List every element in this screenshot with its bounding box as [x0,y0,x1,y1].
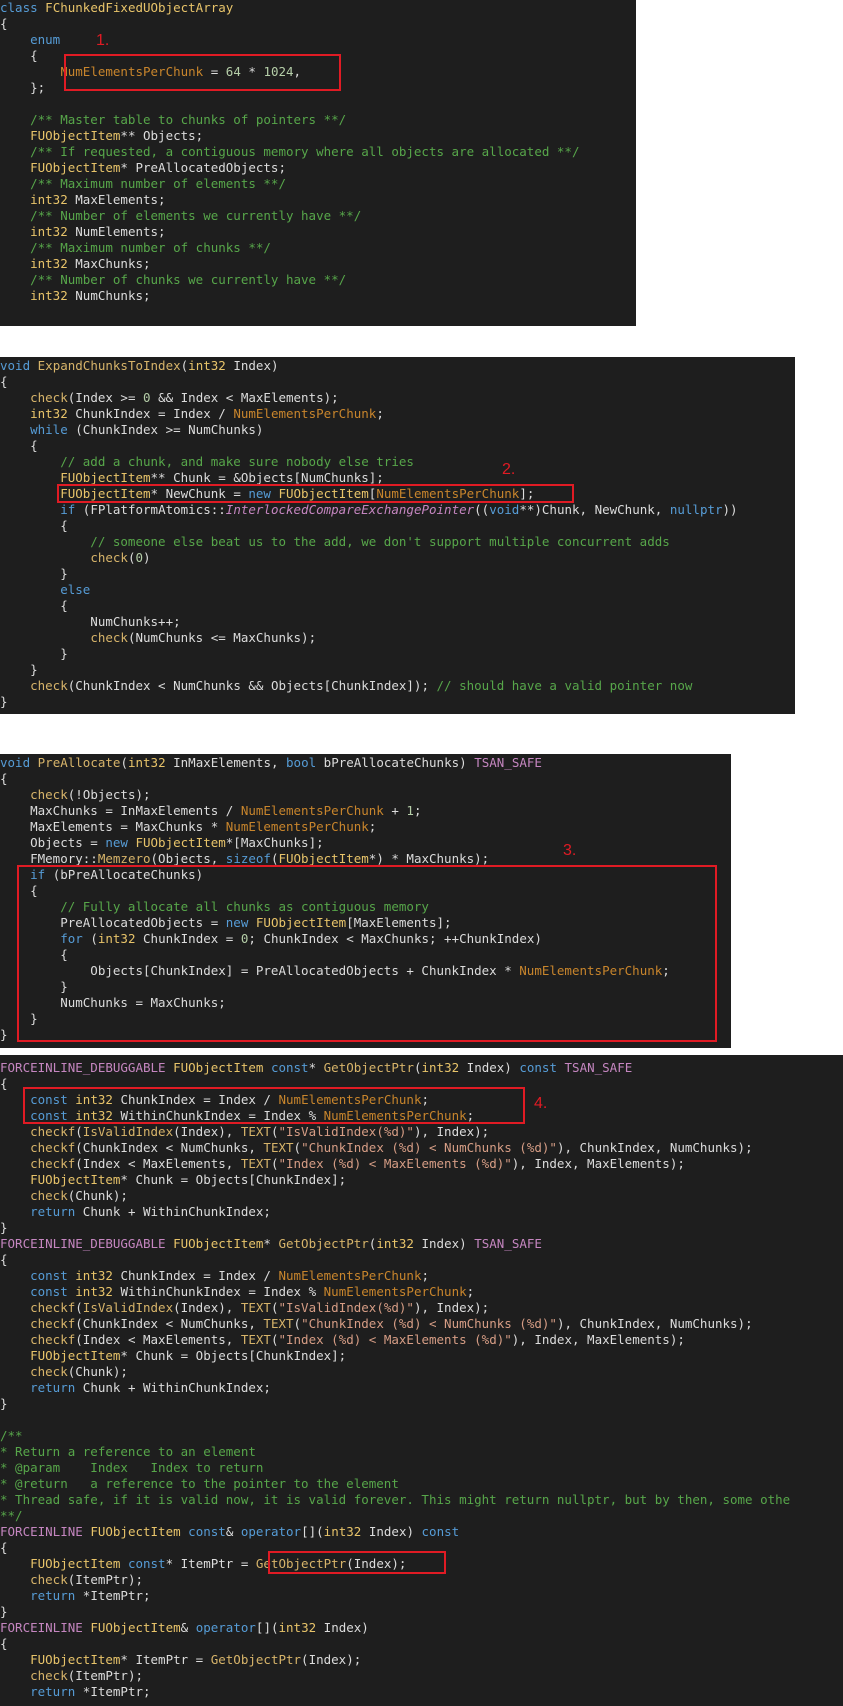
code-line: int32 MaxChunks; [30,256,151,271]
code-panel-expand-chunks: void ExpandChunksToIndex(int32 Index){ c… [0,357,795,714]
code-line: { [0,598,68,613]
code-line: while (ChunkIndex >= NumChunks) [30,422,264,437]
code-line: check(ItemPtr); [30,1572,144,1587]
code-line: check(ItemPtr); [30,1668,144,1683]
code-line: /** [0,1428,23,1443]
code-line: void ExpandChunksToIndex(int32 Index) [0,358,279,373]
code-line: /** Maximum number of chunks **/ [0,240,271,255]
code-line: } [0,1604,8,1619]
code-line: { [0,771,8,786]
code-line: check(NumChunks <= MaxChunks); [90,630,317,645]
code-line: } [0,646,68,661]
code-line: { [0,518,68,533]
annotation-3: 3. [563,842,577,859]
code-line: checkf(ChunkIndex < NumChunks, TEXT("Chu… [30,1316,753,1331]
code-line: class FChunkedFixedUObjectArray [0,0,234,15]
code-line: checkf(ChunkIndex < NumChunks, TEXT("Chu… [30,1140,753,1155]
code-line: * @param Index Index to return [0,1460,264,1475]
code-line: // someone else beat us to the add, we d… [0,534,670,549]
code-line: return *ItemPtr; [30,1588,151,1603]
code-line: check(Chunk); [30,1364,128,1379]
code-line: FORCEINLINE FUObjectItem const& operator… [0,1524,460,1539]
code-block[interactable]: class FChunkedFixedUObjectArray{ enum { … [0,0,579,304]
highlight-box-1 [64,54,341,91]
code-line: const int32 ChunkIndex = Index / NumElem… [30,1268,430,1283]
code-line: FUObjectItem* Chunk = Objects[ChunkIndex… [30,1348,347,1363]
code-line: if (FPlatformAtomics::InterlockedCompare… [60,502,738,517]
code-line: checkf(IsValidIndex(Index), TEXT("IsVali… [30,1124,490,1139]
code-line: FORCEINLINE_DEBUGGABLE FUObjectItem cons… [0,1060,633,1075]
code-line: MaxElements = MaxChunks * NumElementsPer… [0,819,377,834]
code-line: } [0,566,68,581]
code-line: } [0,662,38,677]
code-line: int32 ChunkIndex = Index / NumElementsPe… [30,406,384,421]
code-line: } [0,694,8,709]
code-line: // add a chunk, and make sure nobody els… [0,454,414,469]
code-line: checkf(IsValidIndex(Index), TEXT("IsVali… [30,1300,490,1315]
code-line: FUObjectItem* PreAllocatedObjects; [30,160,286,175]
code-line: return *ItemPtr; [30,1684,151,1699]
code-panel-preallocate: void PreAllocate(int32 InMaxElements, bo… [0,754,731,1048]
code-line: return Chunk + WithinChunkIndex; [30,1380,271,1395]
code-line: FORCEINLINE_DEBUGGABLE FUObjectItem* Get… [0,1236,542,1251]
highlight-box-2 [57,484,574,503]
code-line: enum [30,32,61,47]
highlight-box-5 [268,1551,446,1574]
code-line: * Thread safe, if it is valid now, it is… [0,1492,791,1507]
code-line: int32 MaxElements; [30,192,166,207]
annotation-1: 1. [96,32,110,49]
code-line: else [60,582,91,597]
code-line: MaxChunks = InMaxElements / NumElementsP… [0,803,422,818]
code-line: check(ChunkIndex < NumChunks && Objects[… [30,678,693,693]
annotation-4: 4. [534,1095,548,1112]
code-line: FUObjectItem** Objects; [30,128,204,143]
code-line: check(Chunk); [30,1188,128,1203]
code-block[interactable]: FORCEINLINE_DEBUGGABLE FUObjectItem cons… [0,1060,790,1700]
code-line: check(0) [90,550,151,565]
annotation-2: 2. [502,461,516,478]
code-line: return Chunk + WithinChunkIndex; [30,1204,271,1219]
code-line: { [0,1636,8,1651]
code-line: { [0,374,8,389]
code-line: checkf(Index < MaxElements, TEXT("Index … [30,1156,685,1171]
highlight-box-4 [23,1087,525,1124]
code-line: checkf(Index < MaxElements, TEXT("Index … [30,1332,685,1347]
code-line: NumChunks++; [0,614,181,629]
code-line: /** Maximum number of elements **/ [0,176,286,191]
code-panel-class: class FChunkedFixedUObjectArray{ enum { … [0,0,636,326]
code-line: FUObjectItem* Chunk = Objects[ChunkIndex… [30,1172,347,1187]
code-line: const int32 WithinChunkIndex = Index % N… [30,1284,475,1299]
code-line: } [0,1396,8,1411]
code-line: /** If requested, a contiguous memory wh… [0,144,580,159]
code-line: int32 NumElements; [30,224,166,239]
code-line: void PreAllocate(int32 InMaxElements, bo… [0,755,542,770]
code-line: ​ [0,96,579,112]
code-line: ​ [0,1412,790,1428]
code-line: /** Master table to chunks of pointers *… [0,112,347,127]
code-line: * Return a reference to an element [0,1444,256,1459]
code-line: /** Number of elements we currently have… [0,208,362,223]
code-line: /** Number of chunks we currently have *… [0,272,347,287]
code-block[interactable]: void ExpandChunksToIndex(int32 Index){ c… [0,358,738,710]
code-line: { [0,438,38,453]
code-line: FORCEINLINE FUObjectItem& operator[](int… [0,1620,369,1635]
code-line: int32 NumChunks; [30,288,151,303]
code-line: { [0,16,8,31]
code-line: { [0,1252,8,1267]
highlight-box-3 [17,865,717,1042]
code-line: check(Index >= 0 && Index < MaxElements)… [30,390,339,405]
code-line: FUObjectItem* ItemPtr = GetObjectPtr(Ind… [30,1652,362,1667]
code-line: } [0,1220,8,1235]
code-line: * @return a reference to the pointer to … [0,1476,399,1491]
code-panel-get-object-ptr: FORCEINLINE_DEBUGGABLE FUObjectItem cons… [0,1055,843,1706]
code-line: check(!Objects); [30,787,151,802]
code-line: **/ [0,1508,23,1523]
